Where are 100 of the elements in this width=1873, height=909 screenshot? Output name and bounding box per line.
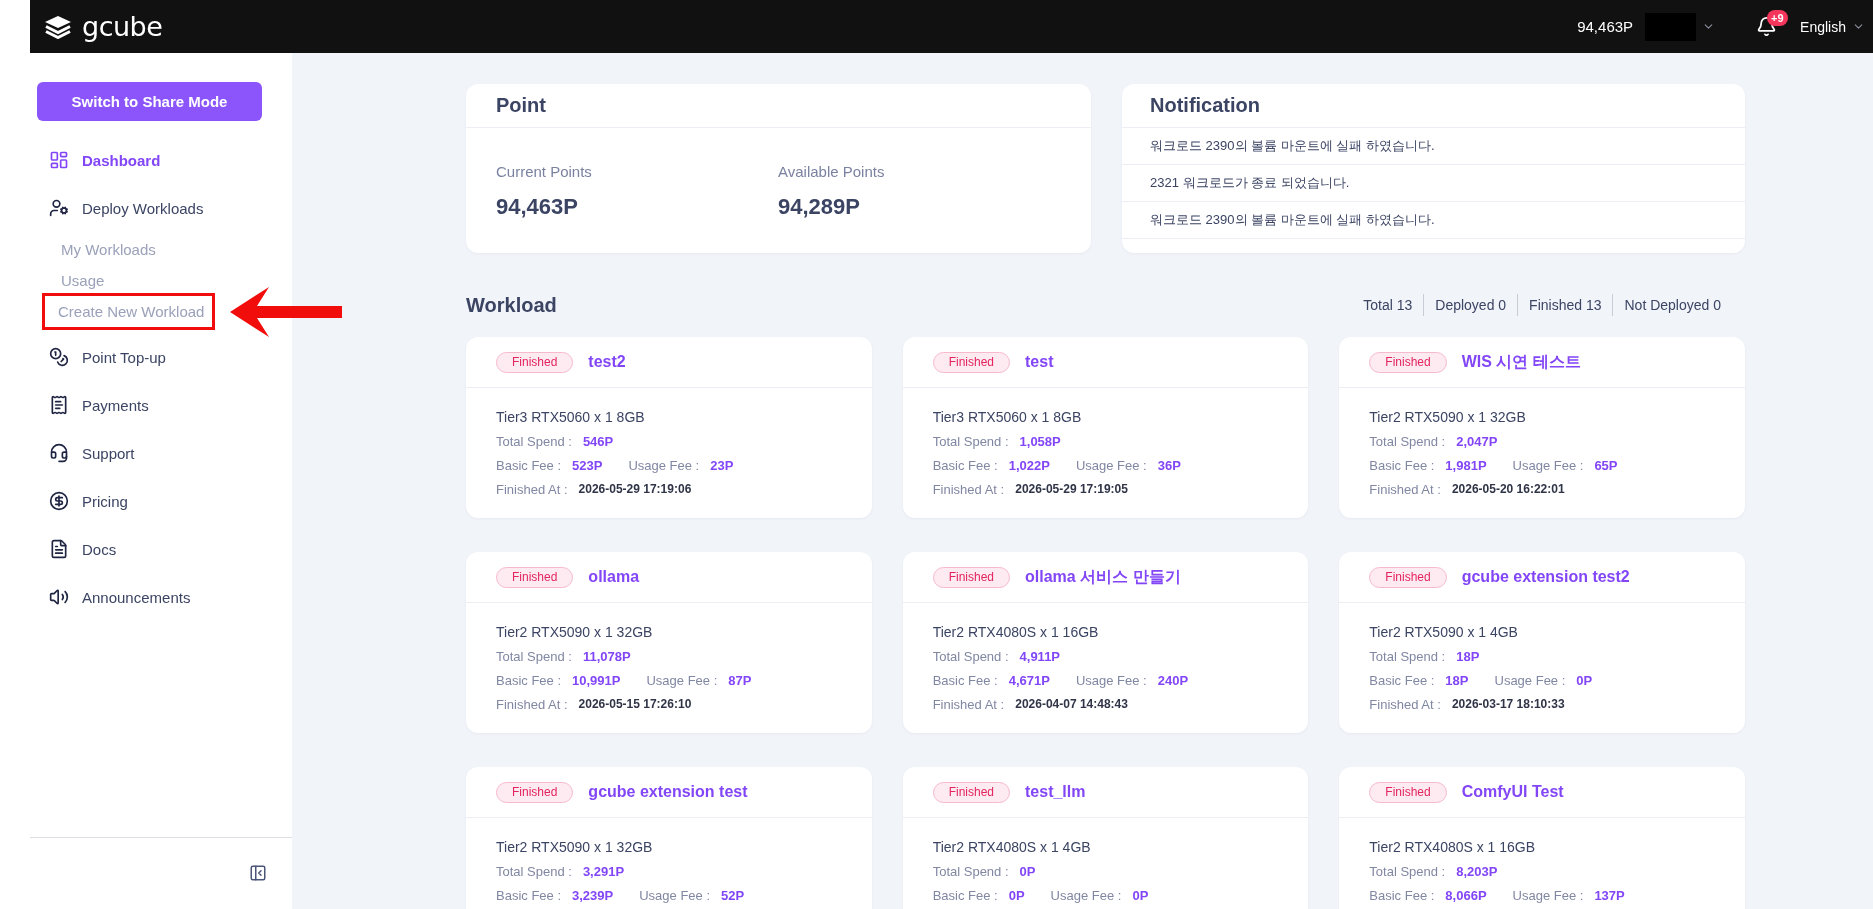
workload-card[interactable]: Finished ollama Tier2 RTX5090 x 1 32GB Total Spend : 11,078P Basic Fee : 10,991P Usage Fee : 87P Finished At : 2026-05-15 17:26:10 <box>466 552 872 733</box>
nav-item[interactable]: Dashboard <box>30 136 161 184</box>
notification-item[interactable]: 워크로드 2390의 볼륨 마운트에 실패 하였습니다. <box>1122 202 1745 239</box>
logo-icon <box>44 14 72 39</box>
summary-stat: Deployed 0 <box>1423 294 1518 316</box>
field-label: Basic Fee : <box>932 887 998 903</box>
notification-badge: +9 <box>1767 10 1788 26</box>
summary-stat: Not Deployed 0 <box>1612 294 1732 316</box>
gpu-spec: Tier2 RTX4080S x 1 4GB <box>932 838 1091 857</box>
status-badge: Finished <box>496 566 574 588</box>
card-title: Point <box>496 94 546 117</box>
field-value: 240P <box>1157 672 1189 688</box>
field-label: Usage Fee : <box>1050 887 1122 903</box>
section-title: Workload <box>466 293 557 317</box>
workload-card[interactable]: Finished test Tier3 RTX5060 x 1 8GB Total Spend : 1,058P Basic Fee : 1,022P Usage Fee : 36P Finished At : 2026-05-29 17:19:05 <box>902 337 1309 518</box>
workload-name[interactable]: ComfyUI Test <box>1461 783 1564 801</box>
language-select[interactable]: English <box>1800 18 1865 35</box>
headset-icon <box>49 443 69 463</box>
workload-name[interactable]: WIS 시연 테스트 <box>1461 351 1581 373</box>
nav-item[interactable]: Point Top-up <box>30 333 166 381</box>
stat-label: Current Points <box>496 162 592 182</box>
workload-card[interactable]: Finished gcube extension test2 Tier2 RTX5090 x 1 4GB Total Spend : 18P Basic Fee : 18P Usage Fee : 0P Finished At : 2026-03-17 18:10:33 <box>1339 552 1745 733</box>
field-value: 3,239P <box>572 887 614 903</box>
status-badge: Finished <box>1369 351 1447 373</box>
gpu-spec: Tier2 RTX5090 x 1 32GB <box>496 838 653 857</box>
field-label: Usage Fee : <box>628 457 700 473</box>
gpu-spec: Tier3 RTX5060 x 1 8GB <box>496 408 645 427</box>
finished-date: 2026-05-29 17:19:06 <box>578 482 692 496</box>
collapse-sidebar-icon[interactable] <box>249 864 267 882</box>
field-value: 36P <box>1157 457 1181 473</box>
field-label: Basic Fee : <box>932 457 998 473</box>
field-value: 11,078P <box>582 648 631 664</box>
workload-card[interactable]: Finished gcube extension test Tier2 RTX5090 x 1 32GB Total Spend : 3,291P Basic Fee : 3,239P Usage Fee : 52P <box>466 767 872 909</box>
field-value: 23P <box>710 457 734 473</box>
field-label: Usage Fee : <box>1512 887 1584 903</box>
field-label: Finished At : <box>1369 696 1441 712</box>
field-label: Usage Fee : <box>646 672 718 688</box>
field-value: 52P <box>721 887 745 903</box>
field-label: Finished At : <box>1369 481 1441 497</box>
workload-name[interactable]: ollama 서비스 만들기 <box>1025 566 1181 588</box>
field-value: 8,203P <box>1456 863 1498 879</box>
field-label: Finished At : <box>932 481 1005 497</box>
gpu-spec: Tier2 RTX4080S x 1 16GB <box>1369 838 1536 857</box>
field-value: 137P <box>1594 887 1625 903</box>
notification-item[interactable]: 워크로드 2390의 볼륨 마운트에 실패 하였습니다. <box>1122 128 1745 165</box>
field-value: 65P <box>1594 457 1618 473</box>
status-badge: Finished <box>1369 781 1447 803</box>
workload-name[interactable]: test2 <box>588 353 626 371</box>
workload-name[interactable]: ollama <box>588 568 640 586</box>
field-label: Finished At : <box>496 481 568 497</box>
workload-card[interactable]: Finished ollama 서비스 만들기 Tier2 RTX4080S x 1 16GB Total Spend : 4,911P Basic Fee : 4,671P Usage Fee : 240P Finished At : 2026-04-07 14:48:43 <box>902 552 1309 733</box>
field-value: 0P <box>1576 672 1593 688</box>
status-badge: Finished <box>1369 566 1447 588</box>
status-badge: Finished <box>496 351 574 373</box>
field-label: Total Spend : <box>496 648 572 664</box>
workload-name[interactable]: gcube extension test <box>588 783 748 801</box>
workload-card[interactable]: Finished test_llm Tier2 RTX4080S x 1 4GB Total Spend : 0P Basic Fee : 0P Usage Fee : 0P <box>902 767 1309 909</box>
document-icon <box>49 539 69 559</box>
notification-item[interactable]: 2321 워크로드가 종료 되었습니다. <box>1122 165 1745 202</box>
field-label: Total Spend : <box>932 433 1009 449</box>
nav-item[interactable]: Pricing <box>30 477 128 525</box>
field-value: 18P <box>1456 648 1480 664</box>
nav-item[interactable]: Payments <box>30 381 149 429</box>
coins-icon <box>49 347 69 367</box>
field-label: Usage Fee : <box>1075 457 1147 473</box>
field-label: Total Spend : <box>932 648 1009 664</box>
workload-card[interactable]: Finished WIS 시연 테스트 Tier2 RTX5090 x 1 32GB Total Spend : 2,047P Basic Fee : 1,981P Usage Fee : 65P Finished At : 2026-05-20 16:22:01 <box>1339 337 1745 518</box>
nav-item[interactable]: Deploy Workloads <box>30 184 204 232</box>
user-gear-icon <box>49 198 69 218</box>
field-label: Basic Fee : <box>932 672 998 688</box>
finished-date: 2026-05-20 16:22:01 <box>1451 482 1565 496</box>
card-title: Notification <box>1150 94 1260 117</box>
field-value: 0P <box>1132 887 1149 903</box>
logo-text: gcube <box>82 13 163 40</box>
field-label: Usage Fee : <box>1075 672 1147 688</box>
field-value: 18P <box>1445 672 1469 688</box>
field-value: 523P <box>572 457 603 473</box>
nav-item[interactable]: Docs <box>30 525 117 573</box>
field-value: 10,991P <box>572 672 621 688</box>
workload-card[interactable]: Finished ComfyUI Test Tier2 RTX4080S x 1 16GB Total Spend : 8,203P Basic Fee : 8,066P Usage Fee : 137P <box>1339 767 1745 909</box>
field-label: Total Spend : <box>1369 648 1446 664</box>
nav-item[interactable]: Announcements <box>30 573 191 621</box>
field-label: Total Spend : <box>1369 863 1446 879</box>
dashboard-icon <box>49 150 69 170</box>
share-mode-button[interactable]: Switch to Share Mode <box>37 82 262 121</box>
field-label: Usage Fee : <box>1512 457 1584 473</box>
workload-card[interactable]: Finished test2 Tier3 RTX5060 x 1 8GB Total Spend : 546P Basic Fee : 523P Usage Fee : 23P Finished At : 2026-05-29 17:19:06 <box>466 337 872 518</box>
workload-name[interactable]: gcube extension test2 <box>1461 568 1630 586</box>
nav-item[interactable]: Support <box>30 429 135 477</box>
field-value: 546P <box>582 433 614 449</box>
field-label: Total Spend : <box>932 863 1009 879</box>
field-value: 1,981P <box>1445 457 1487 473</box>
field-label: Total Spend : <box>1369 433 1446 449</box>
receipt-icon <box>49 395 69 415</box>
dollar-circle-icon <box>49 491 69 511</box>
finished-date: 2026-05-15 17:26:10 <box>578 697 692 711</box>
workload-name[interactable]: test <box>1025 353 1054 371</box>
status-badge: Finished <box>932 566 1010 588</box>
workload-name[interactable]: test_llm <box>1025 783 1086 801</box>
gpu-spec: Tier2 RTX4080S x 1 16GB <box>932 623 1099 642</box>
